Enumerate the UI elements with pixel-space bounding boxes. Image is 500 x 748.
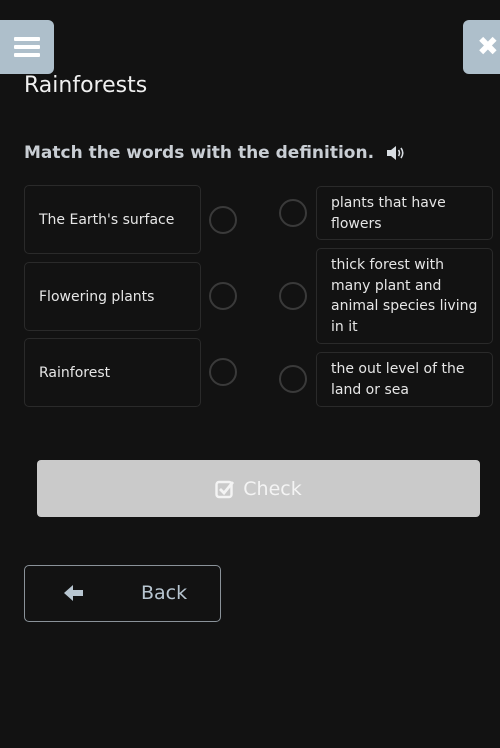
word-label: The Earth's surface xyxy=(39,211,175,228)
close-button[interactable]: ✖ xyxy=(463,20,500,74)
close-x-icon: ✖ xyxy=(477,32,499,62)
word-radio[interactable] xyxy=(209,358,237,386)
word-label: Flowering plants xyxy=(39,288,155,305)
word-card[interactable]: The Earth's surface xyxy=(24,185,201,254)
speaker-icon[interactable] xyxy=(386,144,406,162)
definition-label: plants that have flowers xyxy=(331,195,446,232)
arrow-left-icon xyxy=(64,585,83,601)
definition-card[interactable]: plants that have flowers xyxy=(316,186,493,240)
check-label: Check xyxy=(243,477,302,500)
hamburger-menu-icon xyxy=(14,37,40,57)
back-button[interactable]: Back xyxy=(24,565,221,622)
instruction: Match the words with the definition. xyxy=(24,143,406,163)
definition-label: the out level of the land or sea xyxy=(331,361,465,398)
back-label: Back xyxy=(141,582,188,604)
word-label: Rainforest xyxy=(39,364,111,381)
menu-button[interactable] xyxy=(0,20,54,74)
definition-radio[interactable] xyxy=(279,282,307,310)
definition-label: thick forest with many plant and animal … xyxy=(331,257,478,335)
page-title: Rainforests xyxy=(24,73,148,98)
instruction-text: Match the words with the definition. xyxy=(24,143,375,163)
word-radio[interactable] xyxy=(209,206,237,234)
definition-radio[interactable] xyxy=(279,199,307,227)
word-radio[interactable] xyxy=(209,282,237,310)
definition-card[interactable]: the out level of the land or sea xyxy=(316,352,493,407)
check-button[interactable]: Check xyxy=(37,460,480,517)
definition-radio[interactable] xyxy=(279,365,307,393)
definition-card[interactable]: thick forest with many plant and animal … xyxy=(316,248,493,344)
word-card[interactable]: Rainforest xyxy=(24,338,201,407)
checkbox-checked-icon xyxy=(215,480,235,498)
word-card[interactable]: Flowering plants xyxy=(24,262,201,331)
